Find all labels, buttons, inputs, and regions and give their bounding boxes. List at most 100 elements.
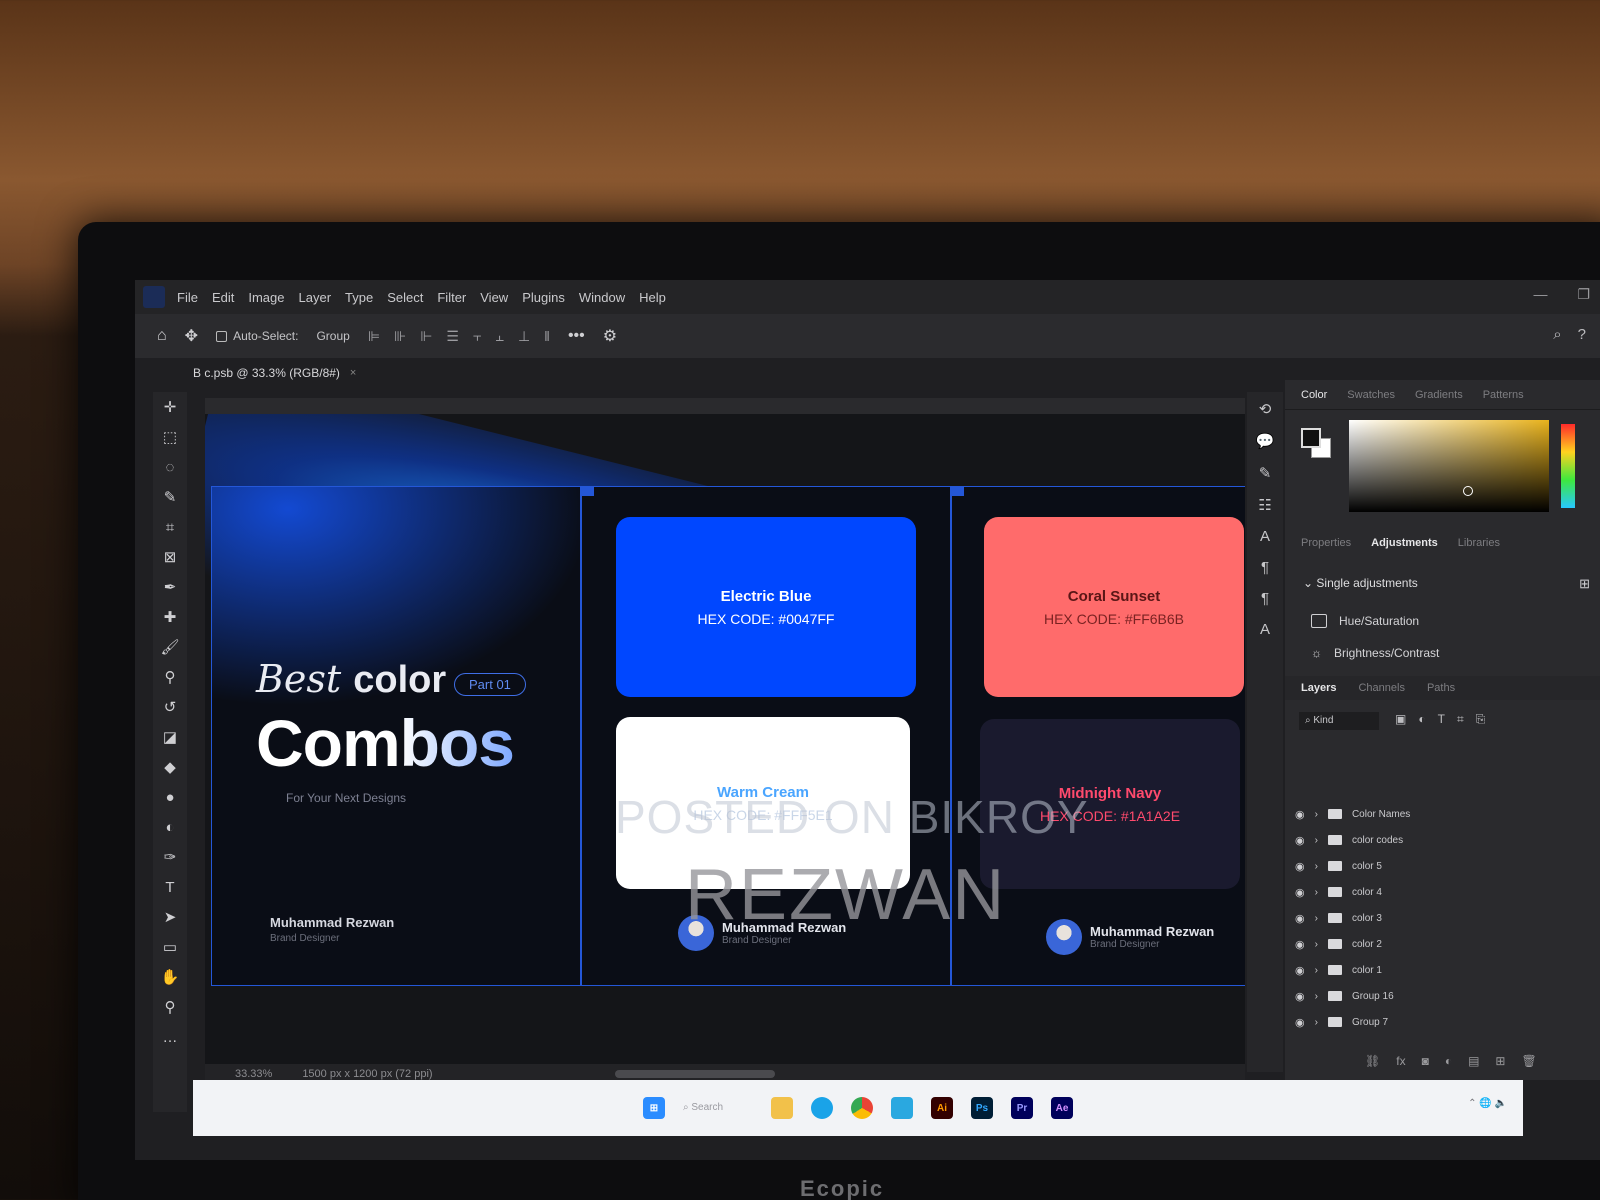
after-effects-app-icon[interactable]: Ae: [1051, 1097, 1073, 1119]
smart-object-filter-icon[interactable]: ⎘: [1476, 712, 1486, 727]
visibility-eye-icon[interactable]: ◉: [1295, 912, 1305, 925]
adjustment-layer-icon[interactable]: ◐: [1445, 1054, 1452, 1068]
taskbar-search[interactable]: ⌕ Search: [683, 1098, 753, 1118]
menu-window[interactable]: Window: [579, 290, 625, 305]
chevron-right-icon[interactable]: ›: [1315, 965, 1318, 976]
paragraph-styles-icon[interactable]: ¶: [1261, 590, 1269, 607]
chevron-right-icon[interactable]: ›: [1315, 913, 1318, 924]
layer-row[interactable]: ◉ › Group 16: [1295, 984, 1565, 1008]
align-left-icon[interactable]: ⊫: [368, 328, 380, 345]
tab-properties[interactable]: Properties: [1301, 537, 1351, 549]
character-icon[interactable]: A: [1260, 528, 1270, 545]
menu-help[interactable]: Help: [639, 290, 666, 305]
type-icon[interactable]: T: [159, 878, 181, 898]
type-filter-icon[interactable]: T: [1438, 712, 1445, 727]
layer-row[interactable]: ◉ › color 3: [1295, 906, 1565, 930]
tab-adjustments[interactable]: Adjustments: [1371, 537, 1438, 549]
dodge-icon[interactable]: ◐: [159, 818, 181, 838]
tab-channels[interactable]: Channels: [1358, 682, 1404, 694]
visibility-eye-icon[interactable]: ◉: [1295, 886, 1305, 899]
menu-layer[interactable]: Layer: [299, 290, 332, 305]
history-brush-icon[interactable]: ↺: [159, 698, 181, 718]
new-group-icon[interactable]: ▤: [1468, 1054, 1479, 1068]
link-icon[interactable]: ⛓: [1365, 1054, 1380, 1068]
edge-browser-icon[interactable]: [811, 1097, 833, 1119]
shape-filter-icon[interactable]: ⌗: [1457, 712, 1464, 727]
menu-plugins[interactable]: Plugins: [522, 290, 565, 305]
character-styles-icon[interactable]: A: [1260, 621, 1270, 638]
align-center-icon[interactable]: ⊪: [394, 328, 406, 345]
quick-select-icon[interactable]: ✎: [159, 488, 181, 508]
mask-icon[interactable]: ◙: [1422, 1054, 1429, 1068]
comments-icon[interactable]: 💬: [1256, 432, 1275, 450]
home-icon[interactable]: ⌂: [157, 327, 167, 345]
menu-filter[interactable]: Filter: [437, 290, 466, 305]
pen-icon[interactable]: ✑: [159, 848, 181, 868]
zoom-level[interactable]: 33.33%: [235, 1068, 272, 1080]
lasso-icon[interactable]: ◌: [159, 458, 181, 478]
image-filter-icon[interactable]: ▣: [1395, 712, 1406, 727]
illustrator-app-icon[interactable]: Ai: [931, 1097, 953, 1119]
trash-icon[interactable]: 🗑: [1521, 1054, 1536, 1068]
rectangle-icon[interactable]: ▭: [159, 938, 181, 958]
layer-row[interactable]: ◉ › color 5: [1295, 854, 1565, 878]
layer-row[interactable]: ◉ › color 1: [1295, 958, 1565, 982]
photoshop-app-icon[interactable]: Ps: [971, 1097, 993, 1119]
paragraph-icon[interactable]: ¶: [1261, 559, 1269, 576]
adjustment-filter-icon[interactable]: ◐: [1418, 712, 1425, 727]
visibility-eye-icon[interactable]: ◉: [1295, 808, 1305, 821]
adjustments-section[interactable]: ⌄ Single adjustments: [1303, 576, 1418, 590]
distribute-icon[interactable]: ☰: [446, 328, 459, 345]
adjustment-hue-saturation[interactable]: Hue/Saturation: [1311, 614, 1419, 628]
help-icon[interactable]: ?: [1578, 326, 1586, 343]
tab-gradients[interactable]: Gradients: [1415, 389, 1463, 401]
file-explorer-icon[interactable]: [771, 1097, 793, 1119]
menu-select[interactable]: Select: [387, 290, 423, 305]
volume-icon[interactable]: 🔈: [1495, 1098, 1507, 1109]
minimize-icon[interactable]: —: [1533, 286, 1547, 303]
tab-libraries[interactable]: Libraries: [1458, 537, 1500, 549]
color-card-coral-sunset[interactable]: Coral Sunset HEX CODE: #FF6B6B: [984, 517, 1244, 697]
align-bottom-icon[interactable]: ⊥: [518, 328, 530, 345]
restore-icon[interactable]: ❐: [1577, 286, 1590, 303]
visibility-eye-icon[interactable]: ◉: [1295, 990, 1305, 1003]
settings-gear-icon[interactable]: ⚙: [603, 326, 617, 346]
more-options-icon[interactable]: •••: [568, 327, 585, 345]
premiere-app-icon[interactable]: Pr: [1011, 1097, 1033, 1119]
hand-icon[interactable]: ✋: [159, 968, 181, 988]
store-icon[interactable]: [891, 1097, 913, 1119]
color-picker-ring[interactable]: [1463, 486, 1473, 496]
tab-color[interactable]: Color: [1301, 389, 1327, 401]
chevron-right-icon[interactable]: ›: [1315, 991, 1318, 1002]
auto-select-checkbox[interactable]: Auto-Select:: [216, 329, 298, 343]
color-field[interactable]: [1349, 420, 1549, 512]
group-dropdown[interactable]: Group: [316, 329, 349, 343]
align-top-icon[interactable]: ⫟: [473, 328, 481, 345]
new-layer-icon[interactable]: ⊞: [1495, 1054, 1505, 1068]
layer-row[interactable]: ◉ › Color Names: [1295, 802, 1565, 826]
menu-file[interactable]: File: [177, 290, 198, 305]
artboard-cover[interactable]: Best color Part 01 Combos For Your Next …: [211, 486, 581, 986]
color-card-electric-blue[interactable]: Electric Blue HEX CODE: #0047FF: [616, 517, 916, 697]
chevron-right-icon[interactable]: ›: [1315, 809, 1318, 820]
eyedropper-icon[interactable]: ✒: [159, 578, 181, 598]
chevron-right-icon[interactable]: ›: [1315, 939, 1318, 950]
layer-row[interactable]: ◉ › Group 7: [1295, 1010, 1565, 1034]
history-icon[interactable]: ⟲: [1259, 400, 1272, 418]
document-tab[interactable]: B c.psb @ 33.3% (RGB/8#) ×: [193, 362, 356, 384]
horizontal-scrollbar[interactable]: [615, 1070, 775, 1078]
tab-patterns[interactable]: Patterns: [1483, 389, 1524, 401]
path-select-icon[interactable]: ➤: [159, 908, 181, 928]
adjust-sliders-icon[interactable]: ☷: [1258, 496, 1271, 514]
layer-row[interactable]: ◉ › color 4: [1295, 880, 1565, 904]
crop-icon[interactable]: ⌗: [159, 518, 181, 538]
distribute-vertical-icon[interactable]: ‖: [544, 328, 550, 345]
windows-start-icon[interactable]: ⊞: [643, 1097, 665, 1119]
stamp-icon[interactable]: ⚲: [159, 668, 181, 688]
chrome-browser-icon[interactable]: [851, 1097, 873, 1119]
more-tools-icon[interactable]: …: [159, 1028, 181, 1048]
system-tray[interactable]: ⌃ 🌐 🔈: [1468, 1098, 1507, 1110]
hue-slider[interactable]: [1561, 424, 1575, 508]
search-icon[interactable]: ⌕: [1553, 326, 1561, 343]
tab-paths[interactable]: Paths: [1427, 682, 1455, 694]
